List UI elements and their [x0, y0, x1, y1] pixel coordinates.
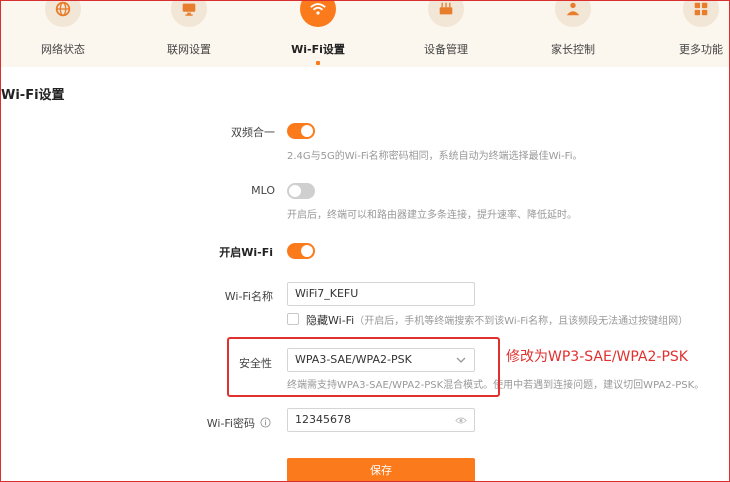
password-label: Wi-Fi密码: [206, 417, 255, 430]
grid-icon: [683, 0, 719, 27]
page-title: Wi-Fi设置: [1, 88, 65, 103]
wifi-name-label: Wi-Fi名称: [224, 290, 273, 303]
password-input[interactable]: 12345678: [287, 408, 475, 432]
toggle-knob: [301, 245, 313, 257]
hide-wifi-label: 隐藏Wi-Fi: [306, 314, 355, 327]
dual-band-hint: 2.4G与5G的Wi-Fi名称密码相同，系统自动为终端选择最佳Wi-Fi。: [287, 151, 583, 162]
parent-icon: [555, 0, 591, 27]
wifi-icon: [300, 0, 336, 27]
nav-label: 家长控制: [551, 43, 595, 56]
toggle-knob: [289, 185, 301, 197]
mlo-label: MLO: [251, 184, 275, 197]
top-nav: 网络状态 联网设置 Wi-Fi设置 设备管理 家长控制 更多功能: [1, 0, 730, 67]
nav-more-features[interactable]: 更多功能: [656, 0, 730, 67]
annotation-box: [227, 337, 500, 397]
password-value: 12345678: [295, 413, 351, 426]
nav-label: 联网设置: [167, 43, 211, 56]
nav-network-status[interactable]: 网络状态: [18, 0, 108, 67]
nav-label: Wi-Fi设置: [291, 43, 345, 56]
dual-band-label: 双频合一: [231, 126, 275, 139]
hide-wifi-checkbox[interactable]: [287, 313, 299, 325]
wifi-enable-label: 开启Wi-Fi: [219, 246, 273, 259]
wifi-enable-toggle[interactable]: [287, 243, 315, 259]
active-indicator: [316, 61, 320, 65]
nav-wifi-settings[interactable]: Wi-Fi设置: [273, 0, 363, 67]
hide-wifi-hint: （开启后，手机等终端搜索不到该Wi-Fi名称，且该频段无法通过按键组网）: [354, 316, 689, 327]
annotation-text: 修改为WP3-SAE/WPA2-PSK: [506, 349, 688, 365]
nav-internet-settings[interactable]: 联网设置: [144, 0, 234, 67]
dual-band-toggle[interactable]: [287, 123, 315, 139]
nav-label: 网络状态: [41, 43, 85, 56]
nav-parental-control[interactable]: 家长控制: [528, 0, 618, 67]
nav-label: 设备管理: [424, 43, 468, 56]
globe-icon: [45, 0, 81, 27]
nav-device-management[interactable]: 设备管理: [401, 0, 491, 67]
nav-label: 更多功能: [679, 43, 723, 56]
toggle-knob: [301, 125, 313, 137]
router-icon: [428, 0, 464, 27]
monitor-icon: [171, 0, 207, 27]
eye-icon[interactable]: [455, 416, 467, 425]
wifi-name-input[interactable]: WiFi7_KEFU: [287, 282, 475, 306]
save-button[interactable]: 保存: [287, 458, 475, 482]
mlo-toggle[interactable]: [287, 183, 315, 199]
hide-wifi-text: 隐藏Wi-Fi（开启后，手机等终端搜索不到该Wi-Fi名称，且该频段无法通过按键…: [306, 312, 688, 328]
info-icon[interactable]: [260, 417, 271, 428]
mlo-hint: 开启后，终端可以和路由器建立多条连接，提升速率、降低延时。: [287, 210, 577, 221]
